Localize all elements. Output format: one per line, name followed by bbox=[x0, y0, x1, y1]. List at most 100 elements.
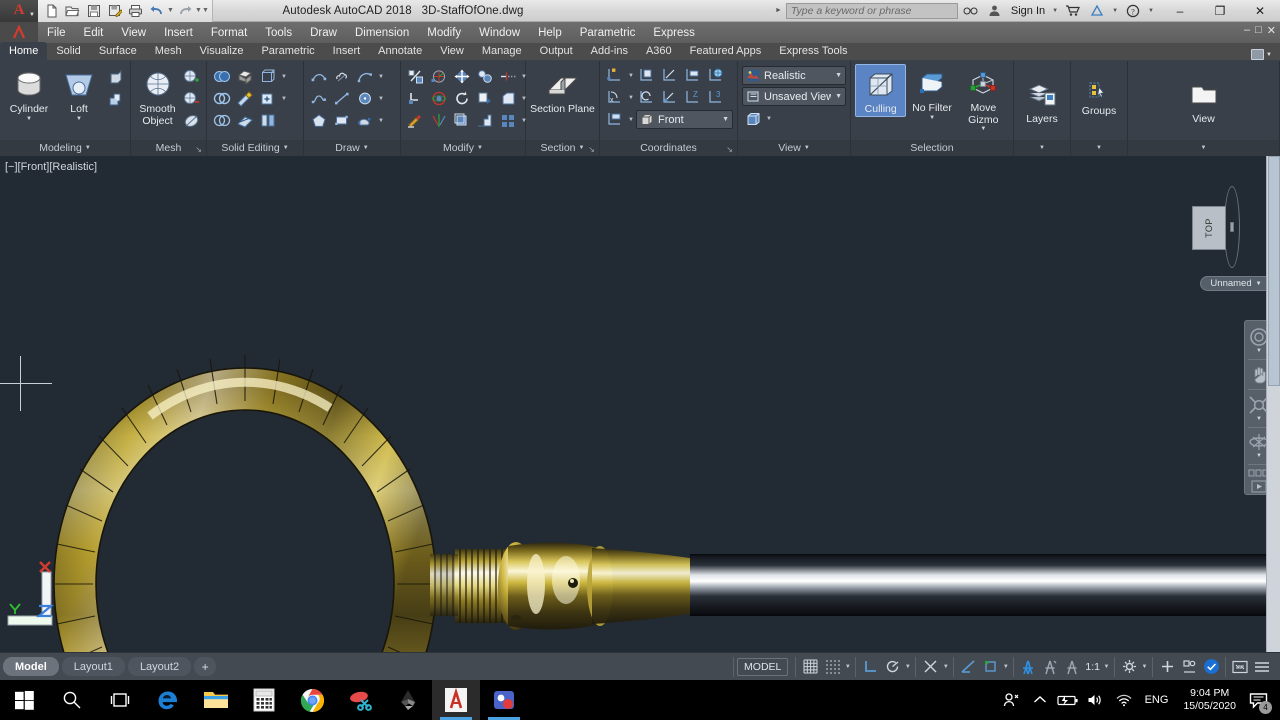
culling-button[interactable]: Culling bbox=[855, 64, 907, 117]
signin-caret-icon[interactable]: ▼ bbox=[1050, 8, 1060, 14]
view-cube-face[interactable]: TOP bbox=[1192, 206, 1226, 250]
menu-item-parametric[interactable]: Parametric bbox=[571, 25, 645, 41]
menu-item-format[interactable]: Format bbox=[202, 25, 256, 41]
chevron-down-icon[interactable]: ▼ bbox=[477, 145, 483, 151]
drawing-restore-button[interactable]: □ bbox=[1255, 24, 1262, 37]
mesh-split-icon[interactable] bbox=[180, 110, 202, 131]
interfere-icon[interactable] bbox=[257, 110, 279, 131]
menu-item-view[interactable]: View bbox=[112, 25, 155, 41]
undo-dropdown-caret[interactable]: ▼ bbox=[167, 7, 174, 14]
annotation-scale-value[interactable]: 1:1 bbox=[1083, 661, 1102, 673]
smooth-less-icon[interactable] bbox=[180, 88, 202, 109]
dynamic-ucs-icon[interactable] bbox=[1017, 657, 1039, 677]
battery-charging-icon[interactable] bbox=[1054, 680, 1082, 720]
autoscale-icon[interactable] bbox=[1061, 657, 1083, 677]
rectangle-icon[interactable] bbox=[331, 110, 353, 131]
autodesk-a360-icon[interactable] bbox=[1086, 2, 1108, 20]
people-icon[interactable] bbox=[998, 680, 1026, 720]
chevron-down-icon[interactable]: ▼ bbox=[26, 116, 32, 122]
vertical-scrollbar[interactable] bbox=[1266, 156, 1280, 652]
smooth-more-icon[interactable] bbox=[180, 66, 202, 87]
add-layout-button[interactable]: + bbox=[194, 657, 217, 676]
chevron-down-icon[interactable]: ▼ bbox=[929, 115, 935, 121]
inkscape-button[interactable] bbox=[384, 680, 432, 720]
chevron-down-icon[interactable]: ▼ bbox=[1140, 664, 1149, 670]
menu-item-tools[interactable]: Tools bbox=[256, 25, 301, 41]
ucs-face-icon[interactable] bbox=[636, 65, 658, 86]
3d-move-icon[interactable] bbox=[451, 66, 473, 87]
tab-output[interactable]: Output bbox=[531, 42, 582, 60]
hatch-icon[interactable] bbox=[354, 110, 376, 131]
match-properties-icon[interactable] bbox=[405, 110, 427, 131]
chevron-down-icon[interactable]: ▼ bbox=[85, 145, 91, 151]
app-store-cart-icon[interactable] bbox=[1062, 2, 1084, 20]
chevron-down-icon[interactable]: ▼ bbox=[280, 96, 288, 102]
ucs-previous-icon[interactable] bbox=[636, 87, 658, 108]
tab-solid[interactable]: Solid bbox=[47, 42, 89, 60]
move-gizmo-button[interactable]: Move Gizmo ▼ bbox=[958, 64, 1009, 132]
ucs-view-icon[interactable] bbox=[659, 87, 681, 108]
solid-extrude-face-icon[interactable] bbox=[234, 66, 256, 87]
workspace-switching-icon[interactable] bbox=[1118, 657, 1140, 677]
tab-mesh[interactable]: Mesh bbox=[146, 42, 191, 60]
slice-icon[interactable] bbox=[234, 110, 256, 131]
tab-visualize[interactable]: Visualize bbox=[191, 42, 253, 60]
search-submit-icon[interactable] bbox=[960, 2, 982, 20]
tab-home[interactable]: Home bbox=[0, 42, 48, 60]
chevron-down-icon[interactable]: ▼ bbox=[1039, 145, 1045, 151]
trim-icon[interactable] bbox=[497, 66, 519, 87]
ucs-named-icon[interactable] bbox=[604, 109, 626, 130]
annotation-monitor-icon[interactable] bbox=[1156, 657, 1178, 677]
spline-icon[interactable] bbox=[308, 88, 330, 109]
subtract-icon[interactable] bbox=[211, 88, 233, 109]
close-button[interactable]: ✕ bbox=[1240, 0, 1280, 22]
autocad-button[interactable] bbox=[432, 680, 480, 720]
chevron-down-icon[interactable]: ▼ bbox=[1256, 453, 1262, 459]
ucs-z-icon[interactable]: Z bbox=[682, 87, 704, 108]
clock[interactable]: 9:04 PM 15/05/2020 bbox=[1175, 687, 1244, 713]
notification-center-button[interactable]: 4 bbox=[1244, 680, 1274, 720]
chevron-down-icon[interactable]: ▼ bbox=[1256, 416, 1262, 422]
chevron-down-icon[interactable]: ▼ bbox=[903, 664, 912, 670]
array-icon[interactable] bbox=[497, 110, 519, 131]
menu-item-draw[interactable]: Draw bbox=[301, 25, 346, 41]
line-icon[interactable] bbox=[331, 88, 353, 109]
chevron-down-icon[interactable]: ▼ bbox=[835, 93, 842, 100]
visual-style-combo[interactable]: Realistic ▼ bbox=[742, 66, 846, 85]
chevron-down-icon[interactable]: ▼ bbox=[363, 145, 369, 151]
3d-rotate-icon[interactable] bbox=[428, 88, 450, 109]
object-snap-icon[interactable] bbox=[919, 657, 941, 677]
ucs-world-icon[interactable] bbox=[705, 65, 727, 86]
chevron-down-icon[interactable]: ▼ bbox=[1096, 145, 1102, 151]
object-snap-tracking-icon[interactable] bbox=[979, 657, 1001, 677]
task-view-button[interactable] bbox=[96, 680, 144, 720]
revcloud-icon[interactable] bbox=[331, 66, 353, 87]
panel-dialog-launcher-icon[interactable]: ↘ bbox=[195, 145, 202, 154]
chevron-down-icon[interactable]: ▼ bbox=[627, 117, 635, 123]
tab-a360[interactable]: A360 bbox=[637, 42, 681, 60]
menu-item-window[interactable]: Window bbox=[470, 25, 529, 41]
minimize-button[interactable]: – bbox=[1160, 0, 1200, 22]
tab-view[interactable]: View bbox=[431, 42, 473, 60]
layout-tab-layout1[interactable]: Layout1 bbox=[61, 657, 125, 676]
chevron-down-icon[interactable]: ▼ bbox=[804, 145, 810, 151]
layers-button[interactable]: Layers bbox=[1018, 75, 1066, 126]
chevron-down-icon[interactable]: ▼ bbox=[1256, 281, 1262, 287]
tab-parametric[interactable]: Parametric bbox=[252, 42, 323, 60]
user-icon[interactable] bbox=[984, 2, 1006, 20]
chevron-down-icon[interactable]: ▼ bbox=[1256, 348, 1262, 354]
snap-mode-icon[interactable] bbox=[821, 657, 843, 677]
chevron-down-icon[interactable]: ▼ bbox=[1102, 664, 1111, 670]
chevron-down-icon[interactable]: ▼ bbox=[980, 126, 986, 132]
copy-icon[interactable] bbox=[474, 88, 496, 109]
file-explorer-button[interactable] bbox=[192, 680, 240, 720]
3d-array-icon[interactable] bbox=[474, 66, 496, 87]
panel-dialog-launcher-icon[interactable]: ↘ bbox=[726, 145, 733, 154]
layout-tab-model[interactable]: Model bbox=[3, 657, 59, 676]
menu-item-insert[interactable]: Insert bbox=[155, 25, 202, 41]
named-view-combo[interactable]: Unsaved View ▼ bbox=[742, 87, 846, 106]
circle-icon[interactable] bbox=[354, 88, 376, 109]
redo-dropdown-caret[interactable]: ▼ bbox=[195, 7, 202, 14]
extrude-icon[interactable] bbox=[104, 67, 126, 88]
search-taskbar-button[interactable] bbox=[48, 680, 96, 720]
